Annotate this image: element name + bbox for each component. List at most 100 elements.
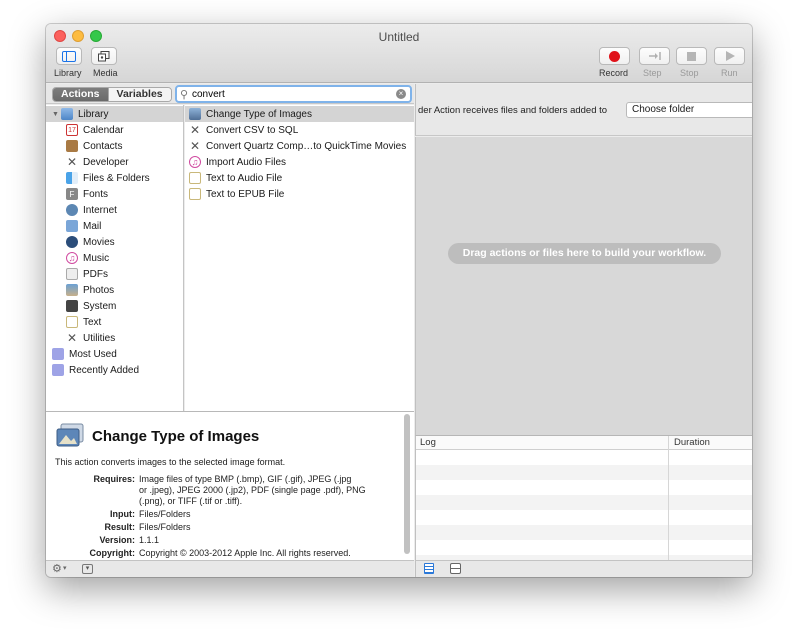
log-table-header: Log Duration [416, 436, 752, 450]
actions-list-pane: Change Type of Images ✕ Convert CSV to S… [185, 105, 414, 411]
automator-window: Untitled Library Media Record Step Stop … [46, 24, 752, 577]
pdf-icon [66, 268, 78, 280]
utilities-icon: ✕ [66, 331, 78, 345]
disclosure-triangle-icon[interactable]: ▼ [52, 111, 59, 118]
clear-search-icon[interactable]: × [396, 89, 406, 99]
log-column-divider[interactable] [668, 436, 669, 561]
log-column-header[interactable]: Log [420, 437, 436, 448]
workflow-header: der Action receives files and folders ad… [415, 84, 752, 136]
play-icon [725, 51, 735, 61]
sidebar-item-mail[interactable]: Mail [66, 218, 101, 234]
library-button-label: Library [54, 68, 82, 78]
sidebar-item-music[interactable]: ♫ Music [66, 250, 109, 266]
action-item-import-audio-files[interactable]: ♫ Import Audio Files [189, 154, 286, 170]
workflow-canvas[interactable]: Drag actions or files here to build your… [415, 137, 752, 435]
library-button[interactable] [56, 47, 82, 65]
tab-actions[interactable]: Actions [53, 88, 108, 101]
sidebar-item-movies[interactable]: Movies [66, 234, 115, 250]
sidebar-item-most-used[interactable]: Most Used [52, 346, 117, 362]
action-item-convert-quartz-composition[interactable]: ✕ Convert Quartz Comp…to QuickTime Movie… [189, 138, 406, 154]
sidebar-item-internet[interactable]: Internet [66, 202, 117, 218]
result-field: Result: Files/Folders [104, 522, 191, 532]
step-button-label: Step [643, 68, 662, 78]
sidebar-item-developer[interactable]: ✕ Developer [66, 154, 129, 170]
search-input[interactable] [192, 88, 387, 101]
text-document-icon [66, 316, 78, 328]
sidebar-item-utilities[interactable]: ✕ Utilities [66, 330, 115, 346]
finder-icon [66, 172, 78, 184]
record-icon [609, 50, 620, 62]
log-view-icon[interactable] [424, 563, 434, 574]
step-button[interactable] [639, 47, 670, 65]
sidebar-item-system[interactable]: System [66, 298, 116, 314]
text-document-icon [189, 172, 201, 184]
fonts-icon: F [66, 188, 78, 200]
developer-tools-icon: ✕ [189, 123, 201, 137]
sidebar-item-recently-added[interactable]: Recently Added [52, 362, 139, 378]
record-button[interactable] [599, 47, 630, 65]
sidebar-item-pdfs[interactable]: PDFs [66, 266, 108, 282]
sidebar-item-files-folders[interactable]: Files & Folders [66, 170, 150, 186]
title-bar: Untitled Library Media Record Step Stop … [46, 24, 752, 83]
log-row [416, 495, 752, 510]
duration-column-header[interactable]: Duration [674, 437, 710, 448]
action-item-change-type-of-images[interactable]: Change Type of Images [185, 106, 414, 122]
globe-icon [66, 204, 78, 216]
sidebar-item-photos[interactable]: Photos [66, 282, 114, 298]
preview-image-icon [56, 423, 84, 447]
step-icon [648, 52, 661, 60]
developer-tools-icon: ✕ [66, 155, 78, 169]
workflow-bottom-bar [415, 560, 752, 577]
action-item-text-to-epub-file[interactable]: Text to EPUB File [189, 186, 284, 202]
search-icon: ⚲ [180, 89, 189, 101]
choose-folder-popup[interactable]: Choose folder [626, 102, 752, 118]
photos-icon [66, 284, 78, 296]
description-scrollbar[interactable] [404, 414, 410, 554]
sidebar-item-contacts[interactable]: Contacts [66, 138, 122, 154]
media-button-label: Media [93, 68, 118, 78]
library-folder-icon [60, 108, 73, 120]
sidebar-item-calendar[interactable]: 17 Calendar [66, 122, 124, 138]
music-note-icon: ♫ [66, 252, 78, 264]
action-description-pane: Change Type of Images This action conver… [46, 412, 414, 560]
media-button[interactable] [91, 47, 117, 65]
run-button[interactable] [714, 47, 745, 65]
library-icon [62, 50, 76, 62]
log-row [416, 525, 752, 540]
gear-icon[interactable]: ⚙ [52, 562, 62, 575]
quicktime-icon [66, 236, 78, 248]
version-field: Version: 1.1.1 [99, 535, 160, 545]
library-root-row[interactable]: ▼ Library [46, 106, 183, 122]
action-item-convert-csv-to-sql[interactable]: ✕ Convert CSV to SQL [189, 122, 298, 138]
action-summary: This action converts images to the selec… [55, 457, 286, 467]
workflow-receives-text: der Action receives files and folders ad… [418, 105, 608, 116]
stop-button[interactable] [676, 47, 707, 65]
variables-view-icon[interactable] [450, 563, 461, 574]
drag-hint-pill: Drag actions or files here to build your… [448, 243, 721, 264]
preview-icon [189, 108, 201, 120]
window-title: Untitled [378, 30, 420, 44]
mail-icon [66, 220, 78, 232]
library-pane: ▼ Library 17 Calendar Contacts ✕ Develop… [46, 105, 184, 411]
stop-icon [687, 51, 696, 61]
record-button-label: Record [599, 68, 629, 78]
sidebar-item-text[interactable]: Text [66, 314, 101, 330]
smart-folder-icon [52, 364, 64, 376]
input-field: Input: Files/Folders [110, 509, 191, 519]
run-button-label: Run [721, 68, 738, 78]
developer-tools-icon: ✕ [189, 139, 201, 153]
copyright-field: Copyright: Copyright © 2003-2012 Apple I… [89, 548, 351, 558]
search-field[interactable]: ⚲ × [175, 85, 412, 103]
description-toggle-icon[interactable]: ▾ [82, 564, 93, 574]
system-icon [66, 300, 78, 312]
smart-folder-icon [52, 348, 64, 360]
media-icon [98, 50, 110, 61]
text-document-icon [189, 188, 201, 200]
action-item-text-to-audio-file[interactable]: Text to Audio File [189, 170, 282, 186]
tab-variables[interactable]: Variables [107, 88, 171, 101]
log-pane: Log Duration [415, 435, 752, 561]
calendar-icon: 17 [66, 124, 78, 136]
sidebar-item-fonts[interactable]: F Fonts [66, 186, 108, 202]
action-title: Change Type of Images [92, 428, 260, 445]
chevron-down-icon[interactable]: ▾ [63, 564, 67, 572]
